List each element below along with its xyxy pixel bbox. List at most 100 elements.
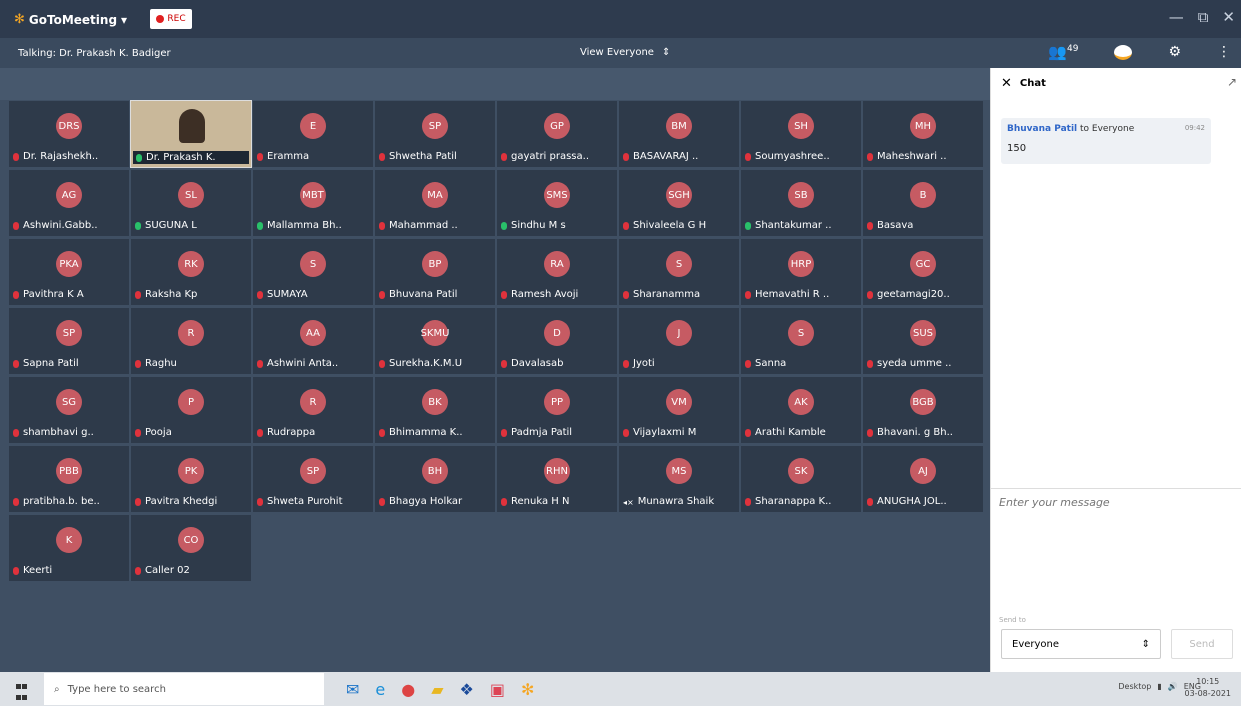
participant-tile[interactable]: AK Arathi Kamble bbox=[740, 376, 862, 444]
participant-tile[interactable]: S Sanna bbox=[740, 307, 862, 375]
close-button[interactable]: ✕ bbox=[1222, 8, 1235, 26]
microphone-muted-icon bbox=[379, 221, 385, 230]
participant-tile[interactable]: S SUMAYA bbox=[252, 238, 374, 306]
microphone-muted-icon bbox=[867, 152, 873, 161]
participant-tile[interactable]: PP Padmja Patil bbox=[496, 376, 618, 444]
participant-tile[interactable]: RK Raksha Kp bbox=[130, 238, 252, 306]
app-menu[interactable]: ✻ GoToMeeting ▾ bbox=[14, 12, 127, 27]
people-icon: 👥 bbox=[1048, 43, 1067, 61]
popout-icon[interactable]: ↗ bbox=[1227, 75, 1237, 89]
meeting-toolbar: Talking: Dr. Prakash K. Badiger View Eve… bbox=[0, 38, 1241, 68]
system-clock[interactable]: 10:15 03-08-2021 bbox=[1185, 676, 1232, 700]
participant-tile[interactable]: GC geetamagi20.. bbox=[862, 238, 984, 306]
participant-tile[interactable]: RA Ramesh Avoji bbox=[496, 238, 618, 306]
microphone-muted-icon bbox=[13, 497, 19, 506]
participant-tile[interactable]: SP Shwetha Patil bbox=[374, 100, 496, 168]
participant-tile[interactable]: SUS syeda umme .. bbox=[862, 307, 984, 375]
participant-tile[interactable]: AA Ashwini Anta.. bbox=[252, 307, 374, 375]
participant-tile[interactable]: SB Shantakumar .. bbox=[740, 169, 862, 237]
participant-tile[interactable]: AG Ashwini.Gabb.. bbox=[8, 169, 130, 237]
participant-tile[interactable]: SL SUGUNA L bbox=[130, 169, 252, 237]
participant-tile[interactable]: SK Sharanappa K.. bbox=[740, 445, 862, 513]
avatar: SP bbox=[56, 320, 82, 346]
participant-name: Jyoti bbox=[633, 358, 655, 369]
participant-name-bar: Sharanamma bbox=[623, 289, 735, 300]
participant-tile[interactable]: SKMU Surekha.K.M.U bbox=[374, 307, 496, 375]
chrome-icon[interactable]: ● bbox=[401, 680, 415, 699]
mail-icon[interactable]: ✉ bbox=[346, 680, 359, 699]
participant-tile[interactable]: MBT Mallamma Bh.. bbox=[252, 169, 374, 237]
participant-tile[interactable]: PKA Pavithra K A bbox=[8, 238, 130, 306]
participant-tile[interactable]: SP Shweta Purohit bbox=[252, 445, 374, 513]
participant-name: Bhuvana Patil bbox=[389, 289, 458, 300]
participant-tile[interactable]: SP Sapna Patil bbox=[8, 307, 130, 375]
edge-browser-icon[interactable]: e bbox=[375, 680, 385, 699]
participant-tile[interactable]: SMS Sindhu M s bbox=[496, 169, 618, 237]
taskbar-search[interactable]: ⌕ Type here to search bbox=[44, 673, 324, 705]
avatar: S bbox=[666, 251, 692, 277]
participant-tile[interactable]: SH Soumyashree.. bbox=[740, 100, 862, 168]
restore-button[interactable]: ⧉ bbox=[1198, 8, 1209, 26]
participant-tile[interactable]: MH Maheshwari .. bbox=[862, 100, 984, 168]
participant-tile[interactable]: P Pooja bbox=[130, 376, 252, 444]
chat-panel: ✕ Chat ↗ Bhuvana Patil to Everyone 09:42… bbox=[990, 68, 1241, 672]
participant-tile[interactable]: R Raghu bbox=[130, 307, 252, 375]
participant-tile[interactable]: BP Bhuvana Patil bbox=[374, 238, 496, 306]
participant-tile[interactable]: BH Bhagya Holkar bbox=[374, 445, 496, 513]
participant-name: Shweta Purohit bbox=[267, 496, 343, 507]
settings-gear-icon[interactable]: ⚙ bbox=[1168, 44, 1181, 60]
participant-tile[interactable]: BGB Bhavani. g Bh.. bbox=[862, 376, 984, 444]
participant-tile[interactable]: VM Vijaylaxmi M bbox=[618, 376, 740, 444]
minimize-button[interactable]: — bbox=[1169, 8, 1184, 26]
presentation-icon[interactable]: ▣ bbox=[490, 680, 505, 699]
participant-tile[interactable]: SGH Shivaleela G H bbox=[618, 169, 740, 237]
microphone-muted-icon bbox=[623, 221, 629, 230]
recording-indicator[interactable]: REC bbox=[150, 9, 192, 29]
windows-start-icon[interactable] bbox=[16, 682, 28, 700]
message-input[interactable] bbox=[999, 496, 1229, 509]
participant-tile[interactable]: RHN Renuka H N bbox=[496, 445, 618, 513]
participant-tile[interactable]: R Rudrappa bbox=[252, 376, 374, 444]
participant-tile[interactable]: PBB pratibha.b. be.. bbox=[8, 445, 130, 513]
network-icon[interactable]: ▮ bbox=[1157, 682, 1161, 691]
send-button[interactable]: Send bbox=[1171, 629, 1233, 659]
participant-tile[interactable]: BK Bhimamma K.. bbox=[374, 376, 496, 444]
participant-tile[interactable]: E Eramma bbox=[252, 100, 374, 168]
microphone-muted-icon bbox=[867, 428, 873, 437]
participant-tile[interactable]: CO Caller 02 bbox=[130, 514, 252, 582]
participant-name: Hemavathi R .. bbox=[755, 289, 830, 300]
participant-tile[interactable]: MA Mahammad .. bbox=[374, 169, 496, 237]
participant-name-bar: Caller 02 bbox=[135, 565, 247, 576]
participant-tile[interactable]: SG shambhavi g.. bbox=[8, 376, 130, 444]
participant-name: shambhavi g.. bbox=[23, 427, 94, 438]
participant-tile[interactable]: J Jyoti bbox=[618, 307, 740, 375]
participant-tile[interactable]: HRP Hemavathi R .. bbox=[740, 238, 862, 306]
send-to-select[interactable]: Everyone ⇕ bbox=[1001, 629, 1161, 659]
participant-tile[interactable]: D Davalasab bbox=[496, 307, 618, 375]
participant-tile[interactable]: GP gayatri prassa.. bbox=[496, 100, 618, 168]
desktop-label[interactable]: Desktop bbox=[1118, 682, 1151, 691]
participant-tile[interactable]: MS ◂× Munawra Shaik bbox=[618, 445, 740, 513]
participant-tile[interactable]: S Sharanamma bbox=[618, 238, 740, 306]
participant-tile[interactable]: AJ ANUGHA JOL.. bbox=[862, 445, 984, 513]
participant-name-bar: Shantakumar .. bbox=[745, 220, 857, 231]
chat-toggle-icon[interactable] bbox=[1114, 44, 1133, 60]
participant-name-bar: ◂× Munawra Shaik bbox=[623, 496, 735, 507]
participant-tile[interactable]: B Basava bbox=[862, 169, 984, 237]
composer-divider bbox=[991, 488, 1241, 489]
gotomeeting-taskbar-icon[interactable]: ✻ bbox=[521, 680, 534, 699]
participant-tile[interactable]: K Keerti bbox=[8, 514, 130, 582]
participant-tile[interactable]: PK Pavitra Khedgi bbox=[130, 445, 252, 513]
more-options-icon[interactable]: ⋮ bbox=[1217, 44, 1231, 60]
participant-tile[interactable]: BM BASAVARAJ .. bbox=[618, 100, 740, 168]
participants-button[interactable]: 👥49 bbox=[1048, 43, 1078, 61]
volume-icon[interactable]: 🔊 bbox=[1168, 682, 1178, 691]
participant-tile[interactable]: DRS Dr. Rajashekh.. bbox=[8, 100, 130, 168]
close-chat-icon[interactable]: ✕ bbox=[1001, 76, 1012, 91]
dropbox-icon[interactable]: ❖ bbox=[460, 680, 474, 699]
file-explorer-icon[interactable]: ▰ bbox=[431, 680, 443, 699]
view-selector[interactable]: View Everyone ⇕ bbox=[580, 47, 670, 58]
participant-tile[interactable]: Dr. Prakash K. bbox=[130, 100, 252, 168]
participant-name: Munawra Shaik bbox=[637, 496, 715, 507]
avatar: K bbox=[56, 527, 82, 553]
